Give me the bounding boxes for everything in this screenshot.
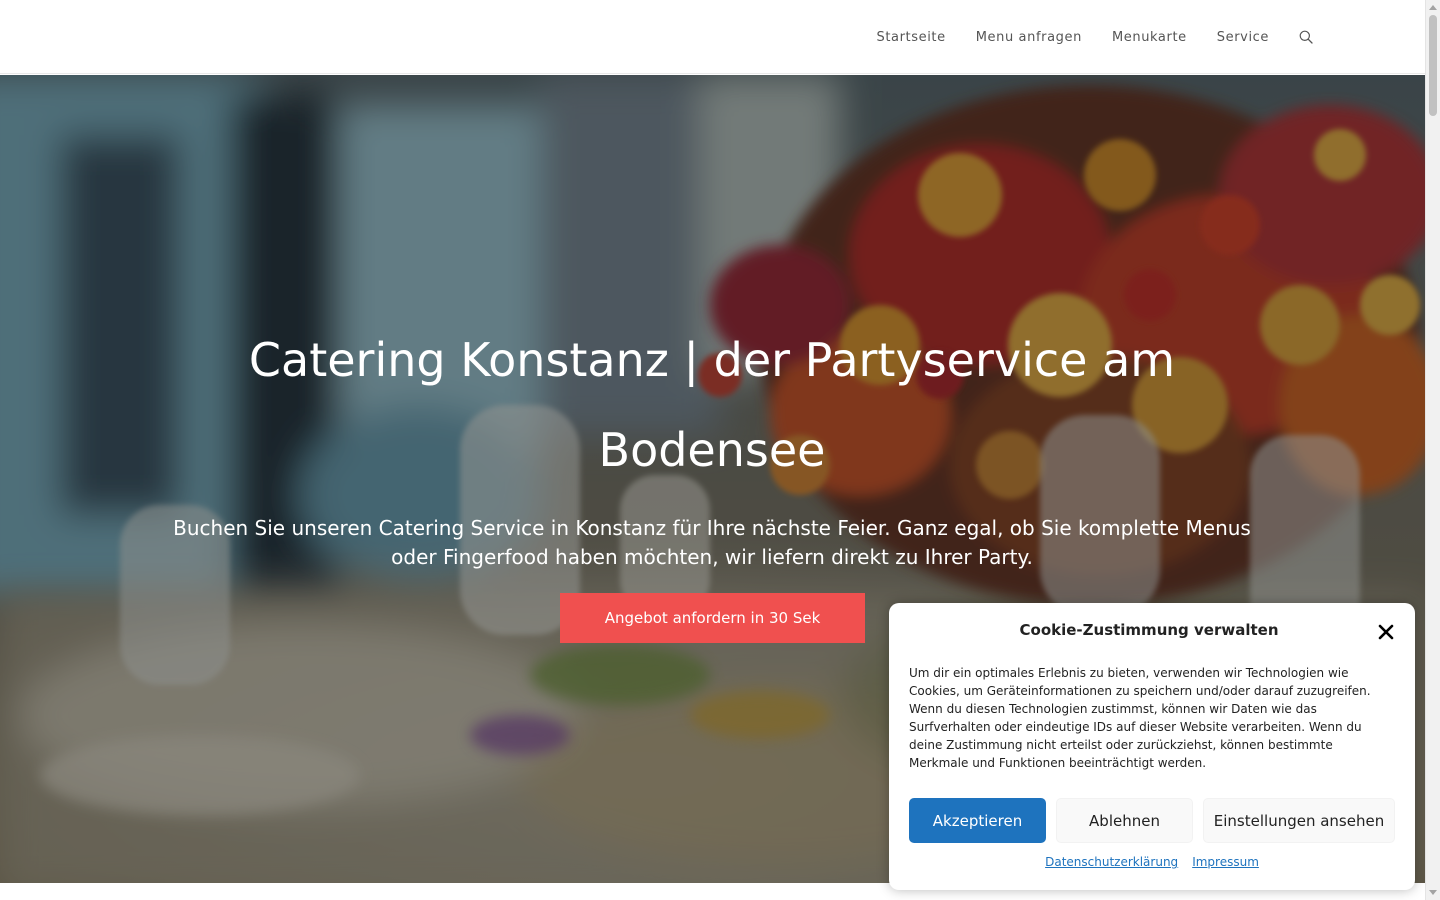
request-offer-button[interactable]: Angebot anfordern in 30 Sek bbox=[560, 593, 865, 643]
nav-item-startseite[interactable]: Startseite bbox=[861, 30, 960, 45]
cookie-dialog-text: Um dir ein optimales Erlebnis zu bieten,… bbox=[909, 666, 1371, 770]
site-header: Startseite Menu anfragen Menukarte Servi… bbox=[0, 0, 1425, 74]
privacy-policy-link[interactable]: Datenschutzerklärung bbox=[1045, 855, 1178, 869]
scroll-up-arrow-icon[interactable] bbox=[1429, 5, 1437, 10]
hero-description: Buchen Sie unseren Catering Service in K… bbox=[173, 516, 1251, 569]
scroll-down-arrow-icon[interactable] bbox=[1429, 890, 1437, 895]
view-settings-button[interactable]: Einstellungen ansehen bbox=[1203, 798, 1395, 843]
scrollbar-thumb[interactable] bbox=[1429, 15, 1437, 116]
cookie-button-group: Akzeptieren Ablehnen Einstellungen anseh… bbox=[909, 798, 1395, 843]
imprint-link[interactable]: Impressum bbox=[1192, 855, 1259, 869]
close-icon[interactable] bbox=[1377, 623, 1395, 641]
deny-button[interactable]: Ablehnen bbox=[1056, 798, 1193, 843]
hero-title: Catering Konstanz | der Partyservice am … bbox=[248, 333, 1176, 477]
nav-item-service[interactable]: Service bbox=[1202, 30, 1284, 45]
cookie-consent-dialog: Cookie-Zustimmung verwalten Um dir ein o… bbox=[889, 603, 1415, 890]
cookie-links: Datenschutzerklärung Impressum bbox=[889, 855, 1415, 869]
search-icon[interactable] bbox=[1284, 30, 1313, 44]
cookie-dialog-title: Cookie-Zustimmung verwalten bbox=[1019, 621, 1279, 639]
main-navigation: Startseite Menu anfragen Menukarte Servi… bbox=[861, 0, 1313, 74]
nav-item-menu-anfragen[interactable]: Menu anfragen bbox=[961, 30, 1097, 45]
accept-button[interactable]: Akzeptieren bbox=[909, 798, 1046, 843]
page-scrollbar[interactable] bbox=[1425, 0, 1440, 900]
nav-item-menukarte[interactable]: Menukarte bbox=[1097, 30, 1202, 45]
